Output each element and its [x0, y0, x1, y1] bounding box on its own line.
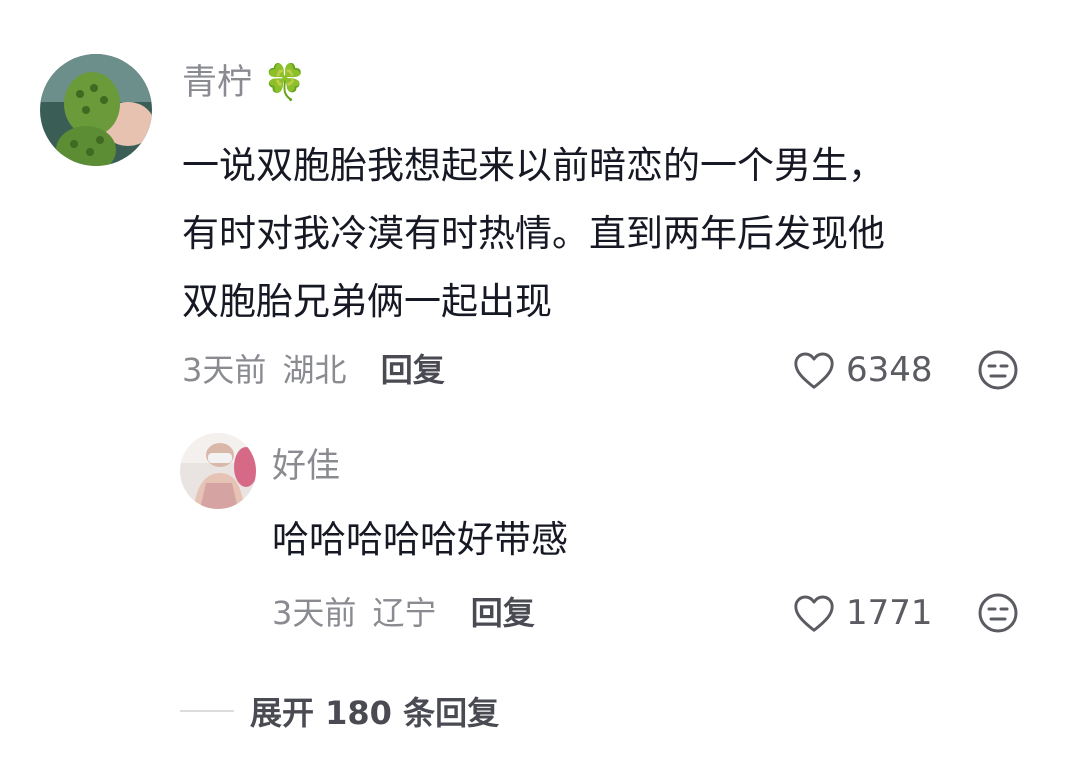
reply-text: 哈哈哈哈哈好带感	[272, 512, 568, 568]
heart-icon	[794, 352, 834, 389]
reply-text-line: 哈哈哈哈哈好带感	[272, 518, 568, 561]
comment-item: 青柠 🍀 一说双胞胎我想起来以前暗恋的一个男生， 有时对我冷漠有时热情。直到两年…	[0, 0, 1079, 410]
like-count: 6348	[846, 350, 933, 390]
reply-item: 好佳 哈哈哈哈哈好带感 3天前 辽宁 回复 1771	[0, 420, 1079, 650]
avatar[interactable]	[180, 433, 256, 509]
comment-location: 湖北	[282, 351, 347, 389]
meh-face-icon	[978, 593, 1018, 633]
reply-button[interactable]: 回复	[381, 351, 445, 389]
like-button[interactable]: 6348	[792, 345, 933, 395]
expand-replies-button[interactable]: 展开 180 条回复	[180, 688, 499, 734]
comment-meta: 3天前 湖北 回复	[182, 345, 445, 395]
divider-line	[180, 710, 234, 712]
reply-location: 辽宁	[372, 594, 437, 632]
reply-time: 3天前	[272, 594, 357, 632]
like-count: 1771	[846, 593, 933, 633]
username[interactable]: 青柠 🍀	[182, 58, 307, 108]
avatar-image	[180, 433, 256, 509]
reply-button[interactable]: 回复	[471, 594, 535, 632]
comment-text-line: 有时对我冷漠有时热情。直到两年后发现他	[182, 212, 885, 255]
comment-text-line: 双胞胎兄弟俩一起出现	[182, 280, 552, 323]
expand-replies-label: 展开 180 条回复	[250, 694, 500, 732]
clover-icon: 🍀	[263, 63, 307, 103]
comment-text-line: 一说双胞胎我想起来以前暗恋的一个男生，	[182, 144, 885, 187]
like-button[interactable]: 1771	[792, 588, 933, 638]
avatar-image	[40, 54, 152, 166]
reply-meta: 3天前 辽宁 回复	[272, 588, 535, 638]
comment-text: 一说双胞胎我想起来以前暗恋的一个男生， 有时对我冷漠有时热情。直到两年后发现他 …	[182, 132, 885, 336]
heart-icon	[794, 595, 834, 632]
dislike-button[interactable]	[977, 592, 1019, 634]
comment-time: 3天前	[182, 351, 267, 389]
username[interactable]: 好佳	[272, 442, 340, 490]
avatar[interactable]	[40, 54, 152, 166]
username-text: 青柠	[182, 63, 253, 103]
dislike-button[interactable]	[977, 349, 1019, 391]
username-text: 好佳	[272, 446, 340, 486]
meh-face-icon	[978, 350, 1018, 390]
